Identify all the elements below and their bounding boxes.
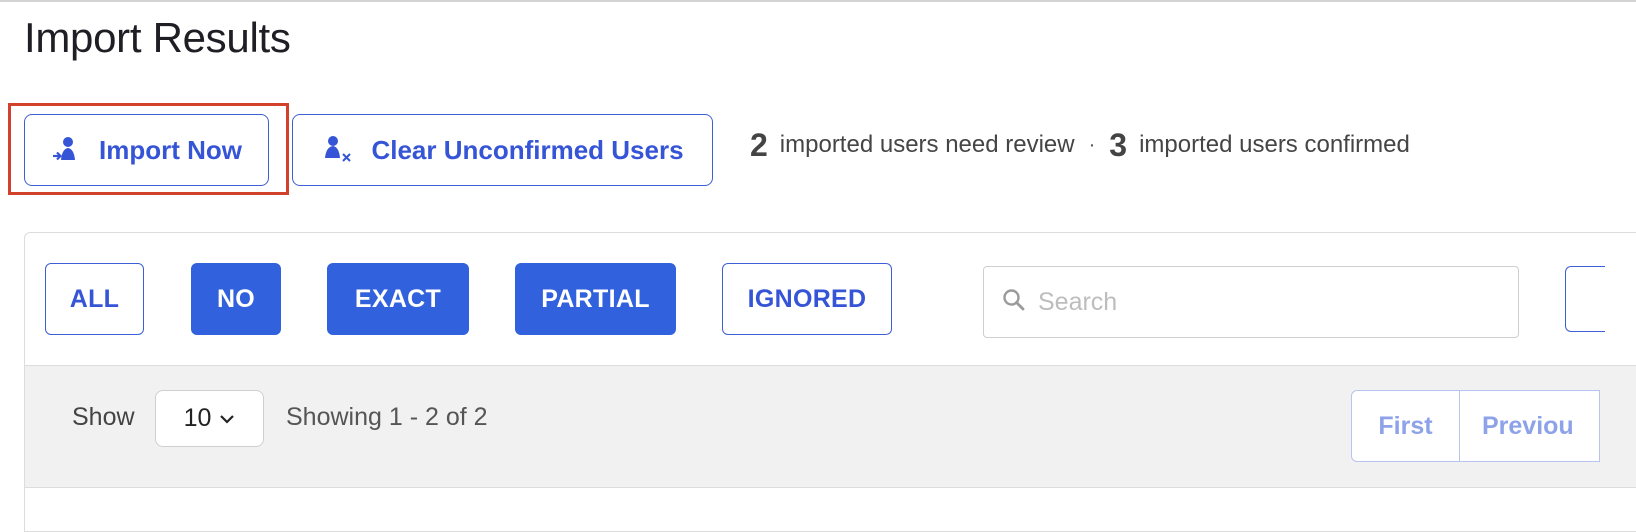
filter-all-button[interactable]: ALL	[45, 263, 144, 335]
filter-ignored-button[interactable]: IGNORED	[722, 263, 892, 335]
page-size-value: 10	[183, 404, 212, 432]
filter-exact-button[interactable]: EXACT	[327, 263, 469, 335]
showing-range-text: Showing 1 - 2 of 2	[286, 403, 488, 431]
import-stats: 2 imported users need review · 3 importe…	[750, 120, 1410, 170]
pagination-controls: First Previou	[1351, 390, 1600, 462]
filter-bar: ALL NO EXACT PARTIAL IGNORED	[25, 233, 1636, 366]
filter-partial-button[interactable]: PARTIAL	[515, 263, 676, 335]
user-import-icon	[51, 136, 81, 164]
search-field[interactable]	[983, 266, 1519, 338]
toolbar-button-partial[interactable]	[1565, 266, 1605, 332]
search-icon	[1002, 288, 1026, 317]
import-now-button[interactable]: Import Now	[24, 114, 269, 186]
review-count: 2	[750, 126, 768, 163]
confirmed-count: 3	[1109, 126, 1128, 163]
import-now-label: Import Now	[99, 134, 242, 165]
user-remove-icon	[321, 135, 353, 165]
previous-page-button[interactable]: Previou	[1460, 390, 1600, 462]
page-title: Import Results	[24, 14, 291, 61]
show-label: Show	[72, 403, 135, 431]
clear-unconfirmed-users-button[interactable]: Clear Unconfirmed Users	[292, 114, 713, 186]
top-divider	[0, 0, 1636, 2]
results-panel: ALL NO EXACT PARTIAL IGNORED Show 10 Sho…	[24, 232, 1636, 532]
confirmed-text: imported users confirmed	[1139, 131, 1410, 158]
review-text: imported users need review	[779, 131, 1075, 158]
stats-separator: ·	[1088, 133, 1096, 156]
chevron-down-icon	[219, 413, 235, 425]
search-input[interactable]	[1036, 286, 1506, 318]
page-size-select[interactable]: 10	[155, 390, 264, 447]
filter-no-button[interactable]: NO	[191, 263, 281, 335]
clear-unconfirmed-users-label: Clear Unconfirmed Users	[371, 134, 684, 165]
first-page-button[interactable]: First	[1351, 390, 1460, 462]
